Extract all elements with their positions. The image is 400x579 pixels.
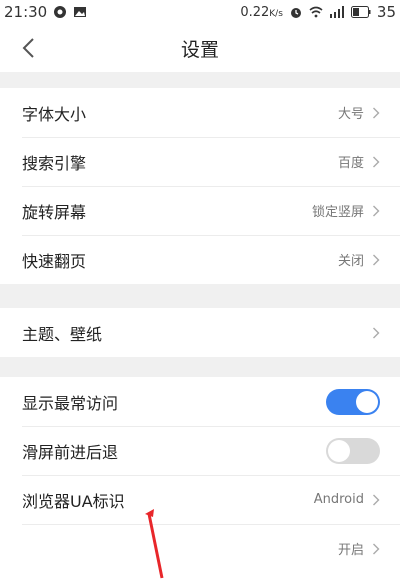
setting-right: 锁定竖屏 [312, 201, 380, 220]
chevron-left-icon [22, 38, 34, 58]
title-bar: 设置 [0, 24, 400, 72]
clock: 21:30 [4, 3, 48, 21]
back-button[interactable] [10, 30, 46, 66]
setting-label: 字体大小 [22, 104, 87, 124]
setting-search-engine[interactable]: 搜索引擎 百度 [0, 137, 400, 186]
chevron-right-icon [373, 494, 380, 505]
status-right: 0.22K/s 35 [240, 3, 396, 21]
battery-level: 35 [376, 3, 396, 21]
setting-rotate-screen[interactable]: 旋转屏幕 锁定竖屏 [0, 186, 400, 235]
network-speed: 0.22K/s [240, 4, 283, 20]
setting-quick-page-turn[interactable]: 快速翻页 关闭 [0, 235, 400, 284]
setting-value: Android [313, 492, 364, 507]
setting-right: 大号 [338, 103, 380, 122]
section-gap [0, 72, 400, 88]
sync-icon [54, 6, 67, 18]
most-visited-toggle[interactable] [326, 388, 380, 415]
section-gap [0, 357, 400, 377]
setting-label: 搜索引擎 [22, 153, 87, 173]
network-speed-value: 0.22 [240, 4, 270, 20]
toggle-knob [328, 439, 350, 462]
setting-swipe-navigation: 滑屏前进后退 [0, 426, 400, 475]
chevron-right-icon [373, 543, 380, 554]
alarm-icon [290, 8, 301, 18]
chevron-right-icon [373, 107, 380, 118]
page-title: 设置 [180, 38, 219, 61]
chevron-right-icon [373, 156, 380, 167]
setting-label: 浏览器UA标识 [22, 491, 125, 511]
setting-right: Android [314, 492, 380, 507]
setting-label: 旋转屏幕 [22, 202, 87, 222]
setting-label: 显示最常访问 [22, 393, 119, 413]
section-gap [0, 284, 400, 308]
setting-right [372, 327, 380, 339]
chevron-right-icon [373, 327, 380, 338]
battery-icon [350, 6, 371, 18]
settings-group-theme: 主题、壁纸 [0, 308, 400, 357]
setting-theme-wallpaper[interactable]: 主题、壁纸 [0, 308, 400, 357]
toggle-knob [356, 390, 378, 413]
setting-show-most-visited: 显示最常访问 [0, 377, 400, 426]
setting-value: 百度 [337, 156, 364, 171]
status-bar: 21:30 0.22K/s 35 [0, 0, 400, 24]
setting-partial-row[interactable]: 开启 [0, 524, 400, 573]
setting-value: 锁定竖屏 [311, 205, 364, 220]
setting-value: 关闭 [337, 254, 364, 269]
setting-font-size[interactable]: 字体大小 大号 [0, 88, 400, 137]
setting-right: 关闭 [338, 250, 380, 269]
setting-right: 开启 [338, 539, 380, 558]
setting-label: 快速翻页 [22, 251, 87, 271]
setting-value: 大号 [337, 107, 364, 122]
setting-browser-ua[interactable]: 浏览器UA标识 Android [0, 475, 400, 524]
swipe-navigation-toggle[interactable] [326, 437, 380, 464]
settings-group-general: 字体大小 大号 搜索引擎 百度 旋转屏幕 锁定竖屏 快速翻页 关闭 [0, 88, 400, 284]
status-left: 21:30 [4, 3, 87, 21]
setting-right: 百度 [338, 152, 380, 171]
setting-label: 滑屏前进后退 [22, 442, 119, 462]
setting-label: 主题、壁纸 [22, 324, 103, 344]
image-icon [74, 7, 87, 17]
chevron-right-icon [373, 205, 380, 216]
settings-group-browsing: 显示最常访问 滑屏前进后退 浏览器UA标识 Android 开启 [0, 377, 400, 573]
wifi-icon [309, 6, 323, 18]
chevron-right-icon [373, 254, 380, 265]
setting-value: 开启 [337, 543, 364, 558]
signal-icon [329, 6, 344, 18]
